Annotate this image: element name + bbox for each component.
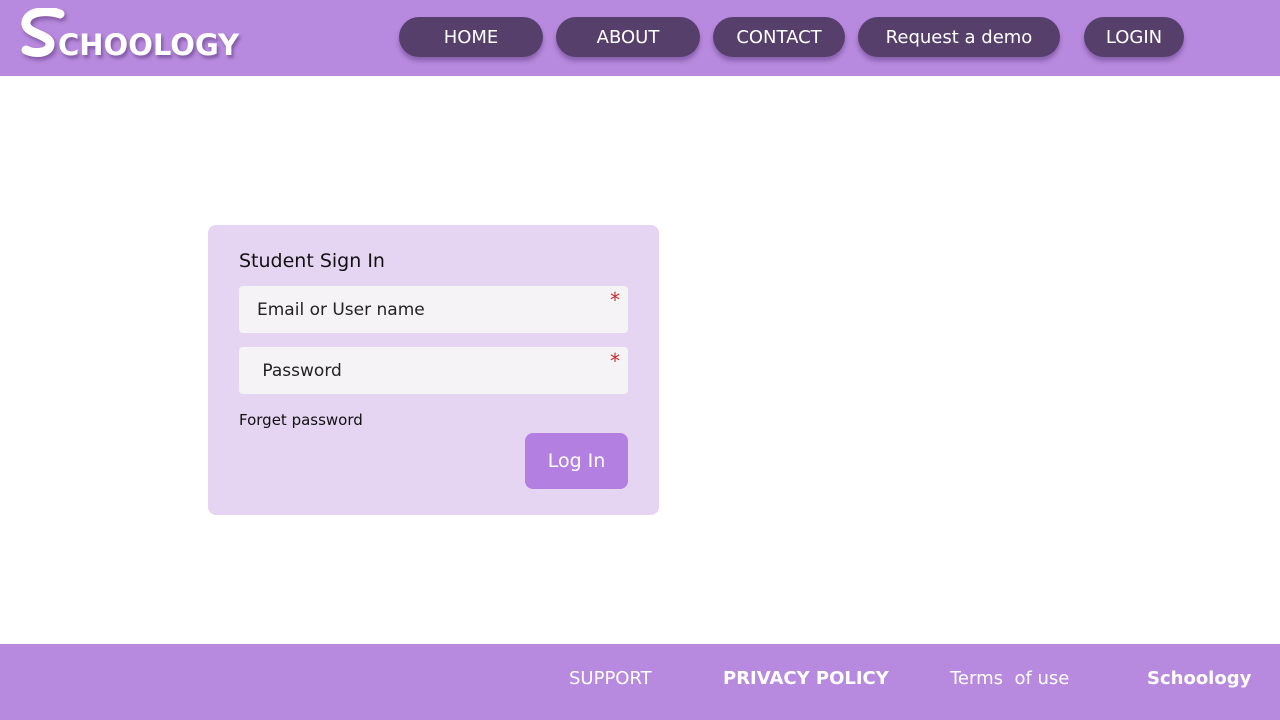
nav-request-demo-button[interactable]: Request a demo <box>858 17 1060 57</box>
nav-home-button[interactable]: HOME <box>399 17 543 57</box>
footer-privacy-link[interactable]: PRIVACY POLICY <box>723 668 889 689</box>
nav-contact-button[interactable]: CONTACT <box>713 17 845 57</box>
nav-about-button[interactable]: ABOUT <box>556 17 700 57</box>
footer-terms-link[interactable]: Terms of use <box>950 668 1069 689</box>
password-input[interactable] <box>239 347 628 394</box>
footer-support-link[interactable]: SUPPORT <box>569 668 652 689</box>
signin-title: Student Sign In <box>239 250 385 272</box>
forgot-password-link[interactable]: Forget password <box>239 411 363 429</box>
footer: SUPPORT PRIVACY POLICY Terms of use Scho… <box>0 644 1280 720</box>
top-navbar: CHOOLOGY HOME ABOUT CONTACT Request a de… <box>0 0 1280 76</box>
required-marker: * <box>610 288 620 312</box>
schoology-logo[interactable]: CHOOLOGY <box>20 8 250 68</box>
email-input[interactable] <box>239 286 628 333</box>
footer-brand-link[interactable]: Schoology <box>1147 668 1251 689</box>
student-signin-card: Student Sign In * * Forget password Log … <box>208 225 659 515</box>
logo-wordmark: CHOOLOGY <box>58 28 240 62</box>
nav-login-button[interactable]: LOGIN <box>1084 17 1184 57</box>
login-submit-button[interactable]: Log In <box>525 433 628 489</box>
required-marker: * <box>610 349 620 373</box>
password-field-wrapper: * <box>239 347 628 394</box>
email-field-wrapper: * <box>239 286 628 333</box>
